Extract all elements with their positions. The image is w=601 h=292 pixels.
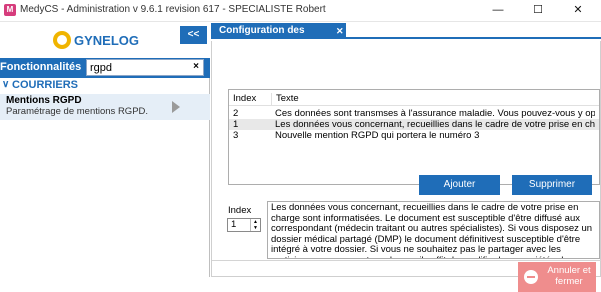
delete-button[interactable]: Supprimer [512, 175, 592, 195]
row-index: 1 [233, 119, 239, 130]
add-button[interactable]: Ajouter [419, 175, 500, 195]
sidebar: GYNELOG << Fonctionnalités × ∨ COURRIERS… [0, 22, 210, 277]
arrow-right-icon [172, 101, 180, 113]
app-icon: M [4, 4, 16, 16]
menu-item-description: Paramétrage de mentions RGPD. [6, 106, 149, 117]
search-input[interactable] [87, 60, 187, 75]
column-header-index[interactable]: Index [233, 93, 256, 104]
index-value: 1 [231, 219, 237, 230]
clear-search-icon[interactable]: × [193, 61, 199, 72]
close-window-button[interactable]: ✕ [558, 0, 598, 20]
mention-text-area[interactable]: Les données vous concernant, recueillies… [267, 201, 600, 259]
table-header: Index Texte [229, 90, 599, 106]
index-stepper[interactable]: 1 ▲ ▼ [227, 218, 261, 232]
stepper-arrows-icon[interactable]: ▲ ▼ [250, 219, 260, 231]
gynelog-logo: GYNELOG [53, 31, 139, 49]
logo-area: GYNELOG << [0, 22, 210, 58]
divider [212, 260, 601, 261]
functionalities-bar: Fonctionnalités × [0, 58, 210, 78]
table-row[interactable]: 3 Nouvelle mention RGPD qui portera le n… [229, 130, 599, 141]
mentions-table: Index Texte 2 Ces données sont transmses… [228, 89, 600, 185]
collapse-sidebar-button[interactable]: << [180, 26, 207, 44]
row-index: 2 [233, 108, 239, 119]
minimize-button[interactable]: — [478, 0, 518, 20]
row-text: Les données vous concernant, recueillies… [275, 119, 595, 130]
menu-item-mentions-rgpd[interactable]: Mentions RGPD Paramétrage de mentions RG… [0, 94, 210, 120]
cancel-close-button[interactable]: Annuler et fermer [518, 262, 596, 292]
tab-strip: Configuration des mentions... ✕ [211, 22, 601, 52]
row-index: 3 [233, 130, 239, 141]
row-text: Nouvelle mention RGPD qui portera le num… [275, 130, 480, 141]
tab-configuration-mentions[interactable]: Configuration des mentions... ✕ [211, 23, 346, 52]
group-courriers[interactable]: ∨ COURRIERS [0, 79, 210, 93]
functionalities-label: Fonctionnalités [0, 61, 82, 73]
logo-text: GYNELOG [74, 33, 139, 48]
tab-close-icon[interactable]: ✕ [336, 23, 344, 39]
table-row-selected[interactable]: 1 Les données vous concernant, recueilli… [229, 119, 599, 130]
cancel-icon [524, 270, 538, 284]
chevron-down-icon: ∨ [2, 79, 10, 90]
table-row[interactable]: 2 Ces données sont transmses à l'assuran… [229, 108, 599, 119]
menu-item-title: Mentions RGPD [6, 95, 82, 106]
content-panel: Index Texte 2 Ces données sont transmses… [211, 41, 601, 292]
window-title: MedyCS - Administration v 9.6.1 revision… [20, 4, 326, 15]
main-area: Configuration des mentions... ✕ Index Te… [211, 22, 601, 292]
row-text: Ces données sont transmses à l'assurance… [275, 108, 595, 119]
column-header-text[interactable]: Texte [271, 93, 299, 106]
cancel-close-label: Annuler et fermer [547, 265, 591, 287]
group-label: COURRIERS [12, 79, 79, 91]
title-bar: M MedyCS - Administration v 9.6.1 revisi… [0, 0, 601, 22]
maximize-button[interactable]: ☐ [518, 0, 558, 20]
index-label: Index [228, 205, 252, 216]
search-box: × [86, 59, 204, 76]
